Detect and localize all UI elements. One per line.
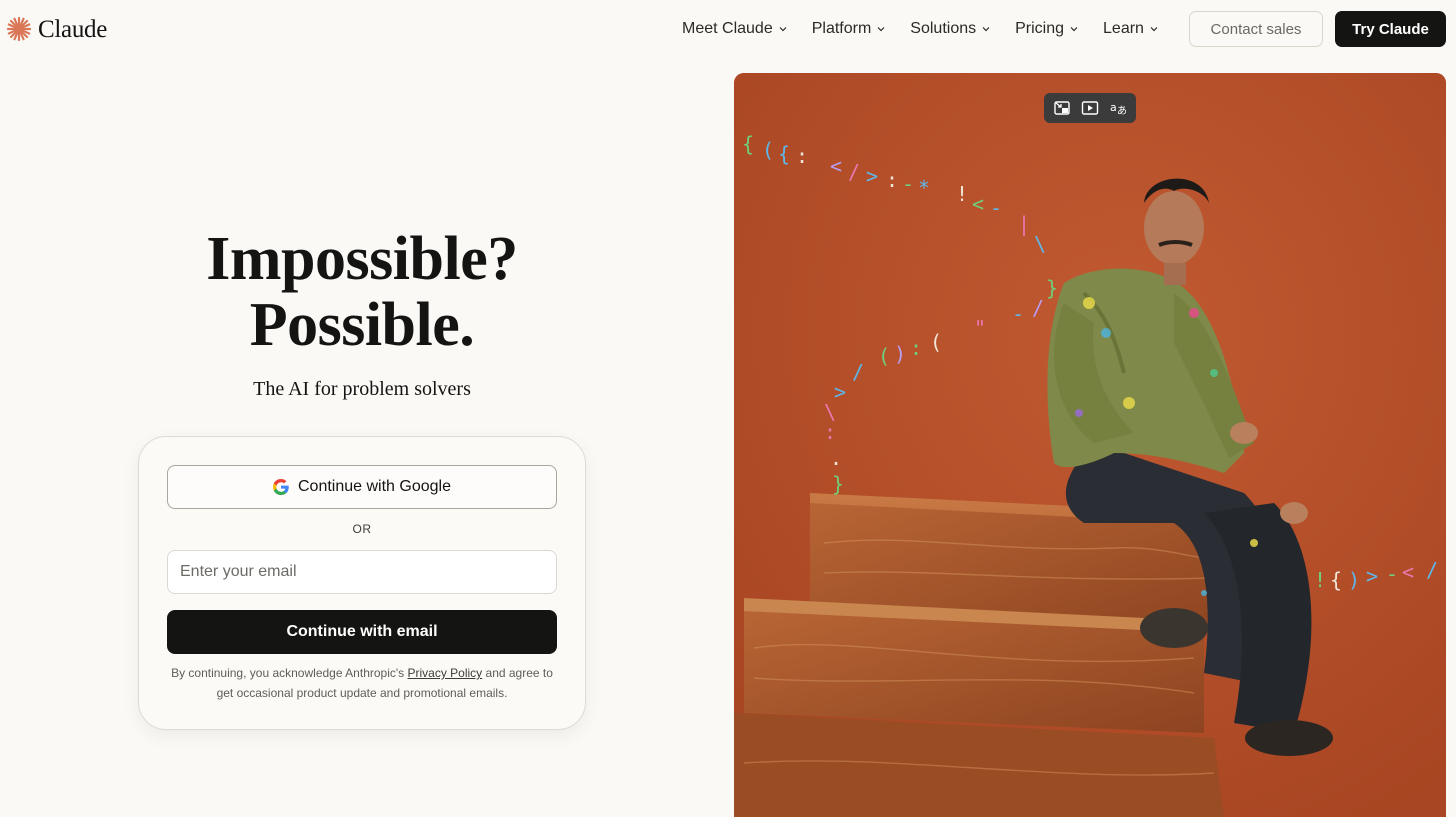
- svg-text:.: .: [830, 446, 842, 470]
- nav-item-meet-claude[interactable]: Meet Claude: [682, 20, 788, 38]
- svg-text:{: {: [742, 132, 754, 156]
- try-claude-button[interactable]: Try Claude: [1335, 11, 1446, 47]
- brand-name: Claude: [38, 15, 108, 43]
- svg-text:(: (: [930, 330, 942, 354]
- claude-logo-link[interactable]: Claude: [6, 14, 107, 44]
- svg-text:/: /: [852, 360, 864, 384]
- svg-text:-: -: [1012, 302, 1024, 326]
- svg-text:\: \: [1034, 232, 1046, 256]
- hero-subtitle: The AI for problem solvers: [253, 378, 471, 400]
- hero-title-line-2: Possible.: [249, 291, 475, 359]
- nav-item-label: Solutions: [910, 20, 977, 37]
- svg-text:{: {: [778, 142, 790, 166]
- svg-text::: :: [796, 144, 808, 168]
- nav-item-label: Learn: [1103, 20, 1144, 37]
- svg-text:}: }: [832, 472, 844, 496]
- or-divider: OR: [352, 522, 372, 536]
- svg-text:(: (: [762, 138, 774, 162]
- google-icon: [273, 479, 289, 495]
- svg-text:*: *: [918, 176, 930, 200]
- continue-with-email-button[interactable]: Continue with email: [167, 610, 557, 654]
- svg-text:}: }: [1046, 276, 1058, 300]
- login-card: Continue with Google OR Continue with em…: [138, 436, 586, 730]
- svg-text:a: a: [1110, 101, 1117, 114]
- claude-starburst-icon: [6, 16, 32, 42]
- svg-text:-: -: [990, 196, 1002, 220]
- svg-text:/: /: [848, 160, 860, 184]
- svg-text:<: <: [830, 154, 842, 178]
- svg-text:": ": [974, 316, 986, 340]
- chevron-down-icon: [1070, 27, 1078, 32]
- main-nav: Meet Claude Platform Solutions Pricing L…: [682, 18, 1159, 40]
- svg-text:): ): [894, 342, 906, 366]
- svg-text:<: <: [972, 192, 984, 216]
- chevron-down-icon: [779, 27, 787, 32]
- svg-text:>: >: [866, 164, 878, 188]
- svg-text:<: <: [1402, 560, 1414, 584]
- nav-item-pricing[interactable]: Pricing: [1015, 20, 1079, 38]
- contact-sales-button[interactable]: Contact sales: [1189, 11, 1323, 47]
- svg-text:/: /: [1426, 558, 1438, 582]
- hero-photo: { ( { : < / > : - * ! < - | \ } / - " ( …: [734, 73, 1446, 817]
- nav-item-solutions[interactable]: Solutions: [910, 20, 991, 38]
- svg-text:): ): [1348, 568, 1360, 592]
- google-button-label: Continue with Google: [298, 478, 451, 495]
- svg-text:-: -: [1386, 562, 1398, 586]
- svg-text::: :: [824, 420, 836, 444]
- nav-item-label: Meet Claude: [682, 20, 773, 37]
- legal-text-before: By continuing, you acknowledge Anthropic…: [171, 666, 408, 680]
- svg-text:!: !: [956, 182, 968, 206]
- svg-text:>: >: [1366, 564, 1378, 588]
- legal-notice: By continuing, you acknowledge Anthropic…: [165, 663, 559, 703]
- pip-exit-icon[interactable]: [1052, 98, 1072, 118]
- nav-item-platform[interactable]: Platform: [812, 20, 887, 38]
- hero-illustration: { ( { : < / > : - * ! < - | \ } / - " ( …: [734, 73, 1446, 817]
- video-overlay-toolbar: a あ: [1044, 93, 1136, 123]
- continue-with-google-button[interactable]: Continue with Google: [167, 465, 557, 509]
- nav-item-learn[interactable]: Learn: [1103, 20, 1159, 38]
- svg-text::: :: [910, 336, 922, 360]
- svg-text:|: |: [1018, 212, 1030, 236]
- hero-title-line-1: Impossible?: [206, 225, 518, 293]
- svg-text:!: !: [1314, 568, 1326, 592]
- site-header: Claude Meet Claude Platform Solutions Pr…: [0, 0, 1456, 58]
- hero-title: Impossible? Possible.: [0, 226, 724, 358]
- chevron-down-icon: [1150, 27, 1158, 32]
- svg-text:-: -: [902, 172, 914, 196]
- svg-text:(: (: [878, 344, 890, 368]
- chevron-down-icon: [877, 27, 885, 32]
- nav-item-label: Platform: [811, 20, 872, 37]
- svg-text:あ: あ: [1117, 105, 1127, 117]
- video-play-icon[interactable]: [1080, 98, 1100, 118]
- svg-text:/: /: [1032, 296, 1044, 320]
- email-field[interactable]: [167, 550, 557, 594]
- chevron-down-icon: [982, 27, 990, 32]
- nav-item-label: Pricing: [1015, 20, 1065, 37]
- translate-icon[interactable]: a あ: [1108, 98, 1128, 118]
- privacy-policy-link[interactable]: Privacy Policy: [408, 666, 483, 680]
- svg-text:{: {: [1330, 568, 1342, 592]
- svg-text::: :: [886, 168, 898, 192]
